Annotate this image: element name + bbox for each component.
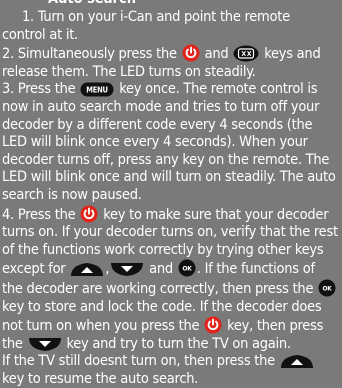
step-3: 3. Press the MENU key once. The remote c… <box>2 81 339 204</box>
step-5-text-cont: key to resume the auto search. <box>2 370 199 387</box>
up-arrow-icon <box>70 262 104 277</box>
instructions: 1. Turn on your i-Can and point the remo… <box>2 9 339 388</box>
down-arrow-icon <box>28 337 62 352</box>
svg-text:OK: OK <box>323 284 333 292</box>
step-3-text-cont: key once. The remote control is now in a… <box>2 81 336 203</box>
step-2: 2. Simultaneously press the and keys and… <box>2 44 339 81</box>
step-4-text-h: key and try to turn the TV on again. <box>66 335 291 352</box>
manual-page: Auto search 1. Turn on your i-Can and po… <box>0 0 342 387</box>
power-icon <box>204 316 222 334</box>
ok-icon: OK <box>178 259 196 277</box>
step-5: If the TV still doesnt turn on, then pre… <box>2 353 339 388</box>
menu-icon: MENU <box>80 82 114 97</box>
step-1: 1. Turn on your i-Can and point the remo… <box>2 9 339 44</box>
exit-icon <box>233 45 259 62</box>
step-1-text-cont: control at it. <box>2 26 78 43</box>
step-3-text: 3. Press the <box>2 81 76 98</box>
power-icon <box>80 205 98 223</box>
step-1-text: 1. Turn on your i-Can and point the remo… <box>22 9 290 25</box>
svg-text:OK: OK <box>182 265 192 273</box>
step-4: 4. Press the key to make sure that your … <box>2 205 339 354</box>
up-arrow-icon <box>280 354 314 369</box>
down-arrow-icon <box>110 262 144 277</box>
step-4-text: 4. Press the <box>2 206 76 223</box>
step-4-comma: , <box>105 261 110 278</box>
ok-icon: OK <box>318 279 336 297</box>
step-2-and: and <box>204 46 229 63</box>
step-4-and: and <box>149 261 173 278</box>
svg-text:MENU: MENU <box>87 86 108 95</box>
section-heading: Auto search <box>48 0 136 8</box>
power-icon <box>182 44 200 62</box>
step-2-text: 2. Simultaneously press the <box>2 46 177 63</box>
